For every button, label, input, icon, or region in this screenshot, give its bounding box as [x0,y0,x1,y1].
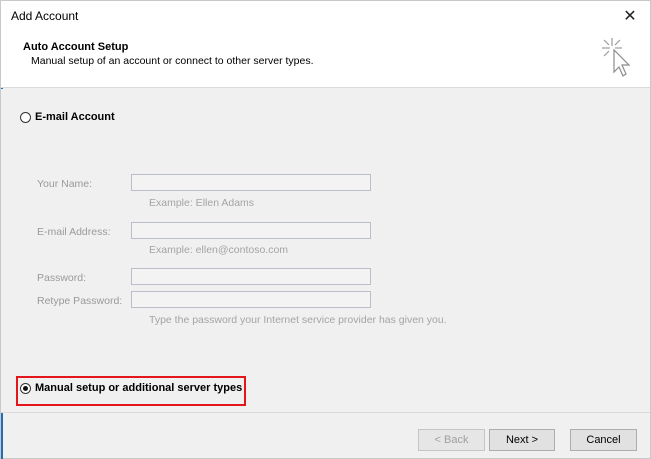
password-hint: Type the password your Internet service … [149,314,447,326]
email-address-hint: Example: ellen@contoso.com [149,244,289,256]
wizard-content [1,89,650,412]
retype-password-label: Retype Password: [37,295,123,307]
wizard-cursor-icon [602,38,631,77]
your-name-hint: Example: Ellen Adams [149,197,255,209]
your-name-label: Your Name: [37,178,93,190]
footer-divider [1,412,650,413]
retype-password-field[interactable] [131,291,371,308]
window-title: Add Account [11,9,79,23]
password-label: Password: [37,272,87,284]
wizard-header: Auto Account Setup Manual setup of an ac… [1,30,650,88]
header-subtitle: Manual setup of an account or connect to… [31,55,314,67]
add-account-dialog: Add Account ✕ Auto Account Setup Manual … [0,0,651,459]
email-address-field[interactable] [131,222,371,239]
close-button[interactable]: ✕ [610,1,650,30]
cancel-button[interactable]: Cancel [570,429,637,451]
title-bar: Add Account ✕ [1,1,650,30]
close-icon: ✕ [623,7,637,25]
email-account-radio[interactable]: E-mail Account [20,111,115,123]
next-button[interactable]: Next > [489,429,555,451]
password-field[interactable] [131,268,371,285]
manual-setup-radio[interactable]: Manual setup or additional server types [20,382,242,394]
radio-selected-icon [20,382,31,394]
header-title: Auto Account Setup [23,41,129,53]
your-name-field[interactable] [131,174,371,191]
manual-setup-label: Manual setup or additional server types [35,382,243,394]
back-button[interactable]: < Back [418,429,485,451]
email-address-label: E-mail Address: [37,226,111,238]
radio-button-icon [20,111,31,123]
email-account-label: E-mail Account [35,111,115,123]
